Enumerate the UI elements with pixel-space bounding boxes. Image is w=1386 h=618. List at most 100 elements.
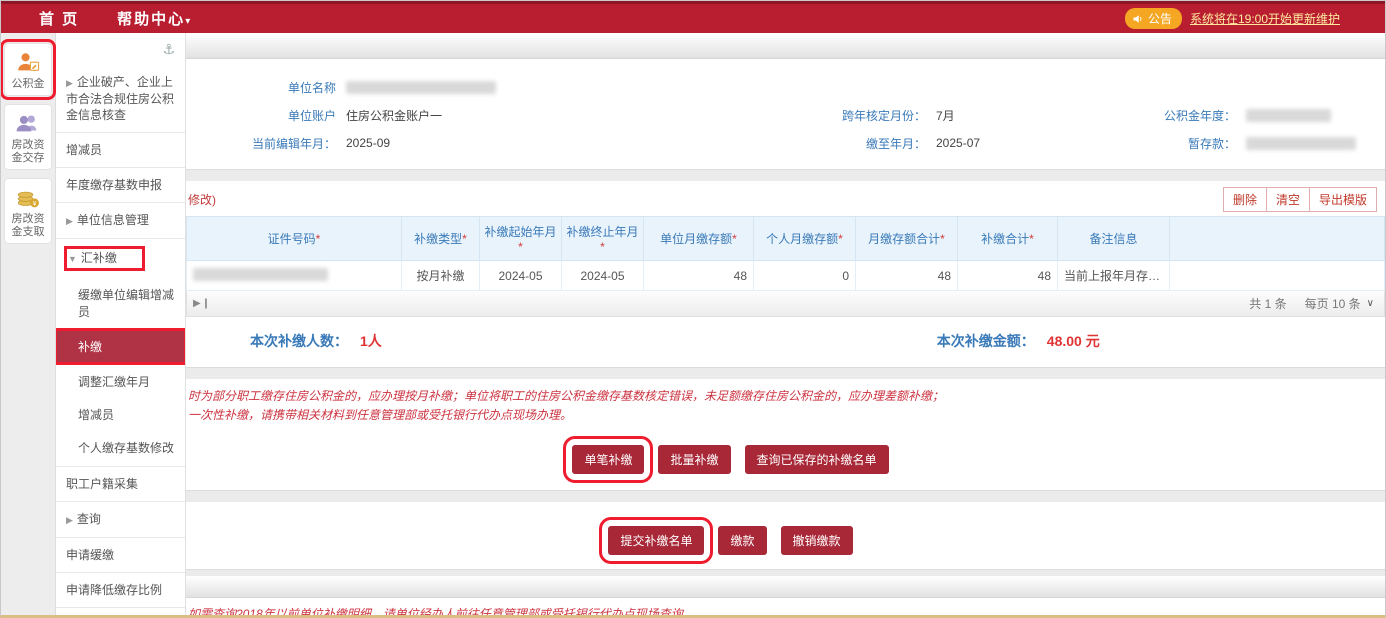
type-cell[interactable]: 按月补缴	[402, 261, 480, 291]
sidebar-item-label: 增减员	[78, 408, 114, 422]
unit-name-label: 单位名称	[186, 79, 336, 96]
fund-person-edit-icon	[14, 50, 42, 76]
nav-home[interactable]: 首 页	[39, 8, 79, 29]
top-navbar: 首 页 帮助中心▾ 公告 系统将在19:00开始更新维护	[1, 1, 1385, 33]
maintenance-notice-link[interactable]: 系统将在19:00开始更新维护	[1190, 10, 1340, 27]
cross-year-value: 7月	[936, 107, 955, 124]
rail-item-label: 公积金	[7, 78, 49, 91]
rail-item-fund[interactable]: 公积金	[4, 43, 52, 96]
sidebar-item-label: 申请缓缴	[66, 548, 114, 562]
batch-bujiao-button[interactable]: 批量补缴	[658, 445, 730, 474]
sidebar-item-bujiao-active[interactable]: 补缴	[56, 330, 185, 363]
amount-label: 本次补缴金额：	[937, 331, 1035, 351]
page-size-select[interactable]: 每页 10 条 ∨	[1305, 295, 1374, 312]
edit-month-value: 2025-09	[346, 136, 390, 150]
col-header-personal-amt[interactable]: 个人月缴存额*	[754, 217, 856, 261]
delete-button[interactable]: 删除	[1223, 187, 1267, 212]
speaker-icon	[1132, 13, 1144, 25]
personal-amt-cell[interactable]: 0	[754, 261, 856, 291]
sidebar-item-label: 企业破产、企业上市合法合规住房公积金信息核查	[66, 75, 174, 122]
unit-amt-cell[interactable]: 48	[644, 261, 754, 291]
export-template-button[interactable]: 导出模版	[1309, 187, 1377, 212]
col-header-type[interactable]: 补缴类型*	[402, 217, 480, 261]
bujiao-table: 证件号码* 补缴类型* 补缴起始年月* 补缴终止年月* 单位月缴存额* 个人月缴…	[186, 216, 1385, 291]
announcement-badge: 公告	[1125, 8, 1182, 29]
sidebar-menu: ⚓ ▶企业破产、企业上市合法合规住房公积金信息核查 增减员 年度缴存基数申报 ▶…	[56, 33, 186, 615]
amount-value: 48.00 元	[1047, 331, 1100, 351]
sidebar-item-deferred-edit[interactable]: 缓缴单位编辑增减员	[56, 278, 185, 328]
sidebar-item-apply-lower-ratio[interactable]: 申请降低缴存比例	[56, 573, 185, 608]
col-header-start[interactable]: 补缴起始年月*	[480, 217, 562, 261]
single-bujiao-button[interactable]: 单笔补缴	[572, 445, 644, 474]
page-size-label: 每页 10 条	[1305, 295, 1361, 312]
fund-year-redacted-value	[1246, 109, 1331, 122]
paid-to-value: 2025-07	[936, 136, 980, 150]
sidebar-item-huibujiao[interactable]: ▼ 汇补缴	[56, 239, 185, 278]
month-total-cell[interactable]: 48	[856, 261, 958, 291]
clear-button[interactable]: 清空	[1266, 187, 1310, 212]
sidebar-item-label: 增减员	[66, 143, 102, 157]
col-header-cert[interactable]: 证件号码*	[187, 217, 402, 261]
fund-year-label: 公积金年度：	[1136, 107, 1236, 124]
col-header-remark[interactable]: 备注信息	[1058, 217, 1170, 261]
start-cell[interactable]: 2024-05	[480, 261, 562, 291]
sidebar-item-adjust-month[interactable]: 调整汇缴年月	[56, 365, 185, 398]
anchor-collapse-icon[interactable]: ⚓	[162, 41, 175, 58]
sidebar-item-label: 汇补缴	[81, 251, 117, 265]
history-grid-panel: 如需查询2018年以前单位补缴明细，请单位经办人前往任意管理部或受托银行代办点现…	[186, 598, 1385, 615]
col-header-unit-amt[interactable]: 单位月缴存额*	[644, 217, 754, 261]
table-row[interactable]: 按月补缴 2024-05 2024-05 48 0 48 48 当前上报年月存…	[187, 261, 1385, 291]
col-header-end[interactable]: 补缴终止年月*	[562, 217, 644, 261]
col-header-month-total[interactable]: 月缴存额合计*	[856, 217, 958, 261]
paid-to-label: 缴至年月：	[806, 135, 926, 152]
sidebar-item-label: 单位信息管理	[77, 213, 149, 227]
cancel-pay-button[interactable]: 撤销缴款	[781, 526, 853, 555]
pager-total-label: 共 1 条	[1249, 295, 1286, 312]
sidebar-item-unit-info[interactable]: ▶ 单位信息管理	[56, 203, 185, 239]
people-icon	[14, 111, 42, 137]
chevron-right-icon: ▶	[66, 78, 73, 88]
deposit-label: 暂存款：	[1136, 135, 1236, 152]
sidebar-item-enterprise-check[interactable]: ▶企业破产、企业上市合法合规住房公积金信息核查	[56, 65, 185, 133]
end-cell[interactable]: 2024-05	[562, 261, 644, 291]
sidebar-item-label: 职工户籍采集	[66, 477, 138, 491]
deposit-redacted-value	[1246, 137, 1356, 150]
left-icon-rail: 公积金 房改资金交存	[1, 33, 56, 615]
pager-bar: ▶❙ 共 1 条 每页 10 条 ∨	[186, 291, 1385, 317]
sidebar-item-personal-base[interactable]: 个人缴存基数修改	[56, 431, 185, 467]
pay-button[interactable]: 缴款	[718, 526, 766, 555]
cross-year-label: 跨年核定月份：	[806, 107, 926, 124]
pager-next-last-icons[interactable]: ▶❙	[193, 298, 211, 309]
unit-account-label: 单位账户	[186, 107, 336, 124]
sidebar-item-apply-deferral[interactable]: 申请缓缴	[56, 538, 185, 573]
cert-cell[interactable]	[187, 261, 402, 291]
col-header-total[interactable]: 补缴合计*	[958, 217, 1058, 261]
chevron-down-icon: ▾	[185, 16, 190, 27]
main-content: 单位名称 单位账户住房公积金账户一 跨年核定月份：7月 公积金年度： 当前编辑年…	[186, 33, 1385, 615]
nav-help-center[interactable]: 帮助中心▾	[117, 8, 190, 29]
rail-item-housing-deposit[interactable]: 房改资金交存	[4, 104, 52, 170]
sidebar-item-label: 缓缴单位编辑增减员	[78, 288, 174, 319]
sidebar-item-add-remove-sub[interactable]: 增减员	[56, 398, 185, 431]
rail-item-label: 房改资金支取	[7, 213, 49, 239]
chevron-right-icon: ▶	[66, 216, 73, 226]
rail-item-housing-withdraw[interactable]: ¥ 房改资金支取	[4, 178, 52, 244]
panel-caption-bar	[186, 576, 1385, 598]
sidebar-item-add-remove[interactable]: 增减员	[56, 133, 185, 168]
sidebar-item-query[interactable]: ▶查询	[56, 502, 185, 538]
submit-actions-panel: 提交补缴名单 缴款 撤销缴款	[186, 502, 1385, 570]
remark-cell[interactable]: 当前上报年月存…	[1058, 261, 1170, 291]
chevron-down-icon: ▼	[68, 254, 77, 264]
rail-item-label: 房改资金交存	[7, 139, 49, 165]
note-line-1: 时为部分职工缴存住房公积金的，应办理按月补缴；单位将职工的住房公积金缴存基数核定…	[188, 387, 1385, 406]
query-saved-list-button[interactable]: 查询已保存的补缴名单	[745, 445, 889, 474]
count-value: 1人	[360, 331, 382, 351]
total-cell[interactable]: 48	[958, 261, 1058, 291]
chevron-down-icon: ∨	[1367, 298, 1374, 309]
svg-text:¥: ¥	[33, 201, 37, 208]
submit-bujiao-list-button[interactable]: 提交补缴名单	[608, 526, 704, 555]
unit-info-panel: 单位名称 单位账户住房公积金账户一 跨年核定月份：7月 公积金年度： 当前编辑年…	[186, 59, 1385, 170]
history-note: 如需查询2018年以前单位补缴明细，请单位经办人前往任意管理部或受托银行代办点现…	[188, 607, 695, 615]
sidebar-item-hukou-collect[interactable]: 职工户籍采集	[56, 467, 185, 502]
sidebar-item-annual-base[interactable]: 年度缴存基数申报	[56, 168, 185, 203]
